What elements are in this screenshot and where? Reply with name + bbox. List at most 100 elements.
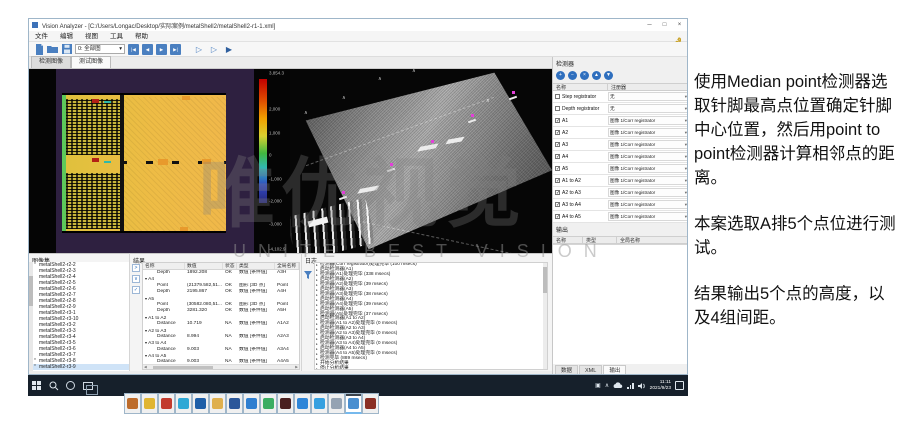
menu-item[interactable]: 工具 xyxy=(104,31,129,42)
new-file-button[interactable] xyxy=(33,44,44,55)
taskbar-app-icon[interactable] xyxy=(158,393,175,414)
image-tab[interactable]: 测试图像 xyxy=(71,56,111,68)
hidden-icons-chevron[interactable]: ∧ xyxy=(605,382,609,389)
detector-registrator-dropdown[interactable]: 图像 1/Corr registrator xyxy=(608,128,688,137)
output-tab[interactable]: 数据 xyxy=(555,365,578,375)
action-center-icon[interactable] xyxy=(675,381,684,390)
task-view-icon[interactable] xyxy=(79,375,96,396)
search-icon[interactable] xyxy=(45,375,62,396)
menu-item[interactable]: 编辑 xyxy=(54,31,79,42)
first-image-button[interactable]: |◀ xyxy=(128,44,139,55)
prev-image-button[interactable]: ◀ xyxy=(142,44,153,55)
detector-registrator-dropdown[interactable]: 图像 1/Corr registrator xyxy=(608,188,688,197)
taskbar-app-icon[interactable] xyxy=(192,393,209,414)
detector-row[interactable]: Depth registrator 无 xyxy=(553,103,688,115)
detector-checkbox[interactable] xyxy=(555,142,560,147)
image-tab[interactable]: 检测图像 xyxy=(31,56,71,68)
detector-row[interactable]: A4 to A5 图像 1/Corr registrator xyxy=(553,211,688,223)
taskbar-app-icon[interactable] xyxy=(260,393,277,414)
tray-app-icon[interactable]: ▣ xyxy=(595,382,601,389)
minimize-button[interactable]: ─ xyxy=(642,19,657,31)
detector-checkbox[interactable] xyxy=(555,94,560,99)
taskbar-app-icon[interactable] xyxy=(345,393,362,414)
detector-toolbar-button[interactable]: − xyxy=(568,71,577,80)
image-select-dropdown[interactable]: 0: 全部图▾ xyxy=(75,44,125,54)
image-set-item[interactable]: metalShell2-r3-9 xyxy=(33,364,129,370)
onedrive-cloud-icon[interactable] xyxy=(613,382,623,389)
point-cloud-view[interactable]: ∧ ∧ ∧ ∧ ∧ xyxy=(290,69,552,253)
detector-row[interactable]: A1 to A2 图像 1/Corr registrator xyxy=(553,175,688,187)
heatmap-view[interactable]: 3,854.32,0001,0000-1,000-2,000-3,000-4,1… xyxy=(29,69,290,253)
detector-row[interactable]: A2 to A3 图像 1/Corr registrator xyxy=(553,187,688,199)
close-button[interactable]: × xyxy=(672,19,687,31)
detector-registrator-dropdown[interactable]: 图像 1/Corr registrator xyxy=(608,152,688,161)
detector-checkbox[interactable] xyxy=(555,130,560,135)
run-once-button[interactable]: ▷ xyxy=(193,44,205,55)
open-folder-button[interactable] xyxy=(47,44,58,55)
detector-toolbar-button[interactable]: × xyxy=(580,71,589,80)
output-tab[interactable]: XML xyxy=(579,365,602,375)
point-marker[interactable] xyxy=(390,163,393,166)
point-marker[interactable] xyxy=(512,91,515,94)
taskbar-app-icon[interactable] xyxy=(124,393,141,414)
detector-checkbox[interactable] xyxy=(555,214,560,219)
detector-checkbox[interactable] xyxy=(555,166,560,171)
log-box[interactable]: 检测器(Corr registrator)处理完毕 (100 msecs)启动检… xyxy=(314,262,548,370)
taskbar-app-icon[interactable] xyxy=(175,393,192,414)
expand-icon[interactable]: > xyxy=(132,264,140,272)
taskbar-app-icon[interactable] xyxy=(226,393,243,414)
detector-registrator-dropdown[interactable]: 图像 1/Corr registrator xyxy=(608,200,688,209)
start-button[interactable] xyxy=(28,375,45,396)
detector-checkbox[interactable] xyxy=(555,106,560,111)
menu-item[interactable]: 视图 xyxy=(79,31,104,42)
menu-item[interactable]: 文件 xyxy=(29,31,54,42)
detector-registrator-dropdown[interactable]: 图像 1/Corr registrator xyxy=(608,116,688,125)
taskbar-app-icon[interactable] xyxy=(141,393,158,414)
taskbar-app-icon[interactable] xyxy=(243,393,260,414)
network-icon[interactable] xyxy=(627,383,634,389)
detector-row[interactable]: A2 图像 1/Corr registrator xyxy=(553,127,688,139)
point-marker[interactable] xyxy=(471,114,474,117)
detector-registrator-dropdown[interactable]: 图像 1/Corr registrator xyxy=(608,176,688,185)
detector-row[interactable]: A5 图像 1/Corr registrator xyxy=(553,163,688,175)
titlebar[interactable]: Vision Analyzer - [C:/Users/Longac/Deskt… xyxy=(29,19,687,31)
point-marker[interactable] xyxy=(342,191,345,194)
collapse-icon[interactable]: ∨ xyxy=(132,275,140,283)
detector-row[interactable]: A3 图像 1/Corr registrator xyxy=(553,139,688,151)
detector-row[interactable]: A3 to A4 图像 1/Corr registrator xyxy=(553,199,688,211)
maximize-button[interactable]: □ xyxy=(657,19,672,31)
check-icon[interactable]: ✓ xyxy=(132,286,140,294)
filter-funnel-icon[interactable] xyxy=(304,266,312,284)
save-button[interactable] xyxy=(61,44,72,55)
detector-toolbar-button[interactable]: ▲ xyxy=(592,71,601,80)
taskbar-app-icon[interactable] xyxy=(362,393,379,414)
detector-row[interactable]: A4 图像 1/Corr registrator xyxy=(553,151,688,163)
detector-checkbox[interactable] xyxy=(555,202,560,207)
taskbar-app-icon[interactable] xyxy=(311,393,328,414)
taskbar-app-icon[interactable] xyxy=(294,393,311,414)
detector-checkbox[interactable] xyxy=(555,190,560,195)
cortana-icon[interactable] xyxy=(62,375,79,396)
log-scrollbar[interactable] xyxy=(543,263,547,369)
menu-item[interactable]: 帮助 xyxy=(129,31,154,42)
detector-toolbar-button[interactable]: ▼ xyxy=(604,71,613,80)
detector-checkbox[interactable] xyxy=(555,178,560,183)
taskbar-app-icon[interactable] xyxy=(328,393,345,414)
detector-toolbar-button[interactable]: + xyxy=(556,71,565,80)
detector-checkbox[interactable] xyxy=(555,154,560,159)
taskbar-clock[interactable]: 11:11 2021/9/23 xyxy=(650,380,671,391)
run-all-button[interactable]: ▶ xyxy=(223,44,235,55)
detector-row[interactable]: A1 图像 1/Corr registrator xyxy=(553,115,688,127)
results-table[interactable]: 名称 数值 状态 类型 全局名称 Depth 1892.208 OK 数值 [条… xyxy=(142,262,300,370)
detector-registrator-dropdown[interactable]: 图像 1/Corr registrator xyxy=(608,140,688,149)
detector-row[interactable]: Step registrator 无 xyxy=(553,91,688,103)
detector-registrator-dropdown[interactable]: 图像 1/Corr registrator xyxy=(608,164,688,173)
output-tab[interactable]: 输出 xyxy=(603,365,626,375)
taskbar-app-icon[interactable] xyxy=(277,393,294,414)
detector-registrator-dropdown[interactable]: 无 xyxy=(608,104,688,113)
detector-checkbox[interactable] xyxy=(555,118,560,123)
run-step-button[interactable]: ▷ xyxy=(208,44,220,55)
results-hscrollbar[interactable]: ◀▶ xyxy=(143,364,299,369)
detector-registrator-dropdown[interactable]: 无 xyxy=(608,92,688,101)
taskbar-app-icon[interactable] xyxy=(209,393,226,414)
